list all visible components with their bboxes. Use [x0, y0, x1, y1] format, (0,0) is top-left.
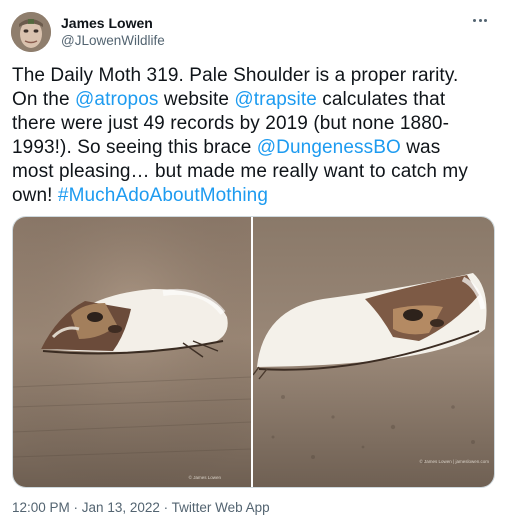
tweet-text-segment: there were just 49 records by 2019 (but …: [12, 113, 449, 134]
tweet-text-segment: was: [400, 137, 441, 158]
hashtag-link[interactable]: #MuchAdoAboutMothing: [58, 185, 268, 206]
separator: ·: [159, 500, 172, 515]
author-handle[interactable]: @JLowenWildlife: [61, 32, 165, 50]
mention-link[interactable]: @atropos: [75, 89, 158, 110]
tweet-text-segment: website: [158, 89, 235, 110]
photo-credit-right: © James Lowen | jameslowen.com: [419, 458, 489, 464]
tweet-text-segment: own!: [12, 185, 58, 206]
moth-photo-right[interactable]: © James Lowen | jameslowen.com: [253, 217, 494, 487]
avatar-photo-icon: [11, 12, 51, 52]
tweet-text-segment: most pleasing… but made me really want t…: [12, 161, 468, 182]
tweet-line: own! #MuchAdoAboutMothing: [12, 184, 496, 208]
tweet-date[interactable]: Jan 13, 2022: [82, 500, 160, 515]
dot-icon: [473, 18, 477, 22]
tweet-line: most pleasing… but made me really want t…: [12, 160, 496, 184]
mention-link[interactable]: @DungenessBO: [257, 137, 401, 158]
tweet-text-segment: On the: [12, 89, 76, 110]
tweet-source[interactable]: Twitter Web App: [172, 500, 270, 515]
moth-image-icon: © James Lowen: [13, 217, 251, 487]
tweet-text-segment: The Daily Moth 319. Pale Shoulder is a p…: [12, 65, 459, 86]
author-name[interactable]: James Lowen: [61, 14, 153, 32]
tweet-time[interactable]: 12:00 PM: [12, 500, 70, 515]
moth-photo-left[interactable]: © James Lowen: [13, 217, 251, 487]
tweet-text: The Daily Moth 319. Pale Shoulder is a p…: [12, 64, 496, 208]
tweet-text-segment: 1993!). So seeing this brace: [12, 137, 257, 158]
tweet-text-segment: calculates that: [316, 89, 446, 110]
tweet: James Lowen @JLowenWildlife The Daily Mo…: [0, 0, 506, 528]
avatar[interactable]: [11, 12, 51, 52]
tweet-line: On the @atropos website @trapsite calcul…: [12, 88, 496, 112]
dot-icon: [478, 18, 482, 22]
media-grid: © James Lowen © James Lowen | jameslowen…: [12, 216, 495, 488]
more-options-button[interactable]: [468, 10, 492, 30]
photo-credit-left: © James Lowen: [189, 474, 222, 480]
tweet-line: 1993!). So seeing this brace @DungenessB…: [12, 136, 496, 160]
dot-icon: [483, 18, 487, 22]
tweet-line: there were just 49 records by 2019 (but …: [12, 112, 496, 136]
tweet-line: The Daily Moth 319. Pale Shoulder is a p…: [12, 64, 496, 88]
mention-link[interactable]: @trapsite: [234, 89, 317, 110]
tweet-timestamp: 12:00 PM · Jan 13, 2022 · Twitter Web Ap…: [12, 499, 270, 517]
moth-image-icon: © James Lowen | jameslowen.com: [253, 217, 494, 487]
separator: ·: [69, 500, 82, 515]
